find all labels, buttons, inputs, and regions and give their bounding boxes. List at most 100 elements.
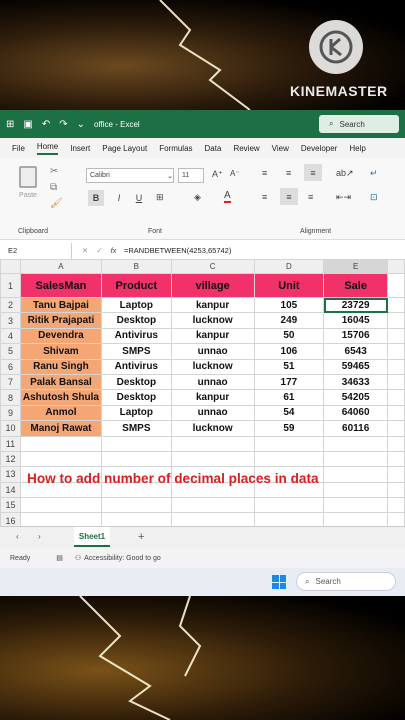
cell[interactable] — [387, 450, 405, 468]
cell-sale[interactable]: 60116 — [323, 420, 389, 437]
row-header[interactable]: 15 — [0, 497, 21, 514]
cell-village[interactable]: kanpur — [170, 296, 255, 314]
cell[interactable] — [19, 435, 102, 452]
cell-salesman[interactable]: Ranu Singh — [19, 358, 102, 375]
cell-unit[interactable]: 106 — [253, 343, 325, 360]
row-header[interactable]: 11 — [0, 435, 21, 452]
increase-font-icon[interactable]: A⁺ — [212, 169, 223, 180]
macro-record-icon[interactable]: ▤ — [56, 554, 63, 562]
row-header[interactable]: 7 — [0, 373, 21, 391]
cell-product[interactable]: SMPS — [100, 420, 172, 437]
tab-help[interactable]: Help — [349, 144, 365, 153]
borders-icon[interactable]: ⊞ — [156, 192, 164, 203]
accessibility-icon[interactable]: ⚇ — [75, 554, 81, 562]
column-header-d[interactable]: D — [253, 259, 325, 274]
column-header-b[interactable]: B — [100, 259, 172, 274]
align-center-icon[interactable]: ≡ — [280, 188, 298, 205]
cell[interactable] — [170, 435, 255, 452]
row-header[interactable]: 3 — [0, 312, 21, 329]
cell-salesman[interactable]: Devendra — [19, 327, 102, 345]
cell[interactable] — [387, 296, 405, 314]
title-search-box[interactable]: ⌕ Search — [319, 115, 399, 133]
name-box[interactable]: E2 — [4, 242, 72, 259]
wrap-text-icon[interactable]: ↵ — [370, 168, 378, 179]
sheet-tab-sheet1[interactable]: Sheet1 — [74, 527, 110, 547]
cell-salesman[interactable]: Ashutosh Shula — [19, 389, 102, 406]
cell-sale[interactable]: 6543 — [323, 343, 389, 360]
scroll-left-icon[interactable]: ‹ — [16, 532, 19, 541]
cell-sale-selected[interactable]: 23729 — [323, 296, 389, 314]
scroll-right-icon[interactable]: › — [38, 532, 41, 541]
font-size-select[interactable]: 11 — [178, 168, 204, 183]
cell-product[interactable]: Antivirus — [100, 327, 172, 345]
cell-village[interactable]: unnao — [170, 343, 255, 360]
header-cell-salesman[interactable]: SalesMan — [19, 273, 102, 298]
cell[interactable] — [387, 497, 405, 514]
header-cell-product[interactable]: Product — [100, 273, 172, 298]
row-header[interactable]: 8 — [0, 389, 21, 406]
header-cell-village[interactable]: village — [170, 273, 255, 298]
cell-village[interactable]: lucknow — [170, 420, 255, 437]
row-header[interactable]: 14 — [0, 481, 21, 499]
column-header-c[interactable]: C — [170, 259, 255, 274]
row-header[interactable]: 4 — [0, 327, 21, 345]
cell[interactable] — [387, 343, 405, 360]
enter-icon[interactable]: ✓ — [96, 246, 102, 255]
row-header[interactable]: 13 — [0, 466, 21, 483]
cell-salesman[interactable]: Shivam — [19, 343, 102, 360]
cell-unit[interactable]: 54 — [253, 404, 325, 422]
cell-sale[interactable]: 16045 — [323, 312, 389, 329]
cell[interactable] — [100, 450, 172, 468]
cell[interactable] — [19, 497, 102, 514]
cell[interactable] — [170, 497, 255, 514]
cell-village[interactable]: lucknow — [170, 358, 255, 375]
cell[interactable] — [253, 497, 325, 514]
cell[interactable] — [100, 497, 172, 514]
cell-sale[interactable]: 54205 — [323, 389, 389, 406]
cell[interactable] — [387, 481, 405, 499]
cell-unit[interactable]: 177 — [253, 373, 325, 391]
row-header[interactable]: 5 — [0, 343, 21, 360]
formula-input[interactable]: =RANDBETWEEN(4253,65742) — [124, 246, 231, 255]
fill-color-icon[interactable]: ◈ — [194, 192, 201, 203]
accessibility-status[interactable]: Accessibility: Good to go — [84, 555, 161, 562]
merge-center-icon[interactable]: ⊡ — [370, 192, 378, 203]
tab-page-layout[interactable]: Page Layout — [102, 144, 147, 153]
cell[interactable] — [387, 358, 405, 375]
cell[interactable] — [387, 404, 405, 422]
cell[interactable] — [253, 450, 325, 468]
tab-insert[interactable]: Insert — [70, 144, 90, 153]
cell-salesman[interactable]: Anmol — [19, 404, 102, 422]
cell-village[interactable]: lucknow — [170, 312, 255, 329]
redo-icon[interactable]: ↷ — [59, 119, 67, 130]
row-header[interactable]: 2 — [0, 296, 21, 314]
format-painter-icon[interactable]: 🖌 — [50, 198, 63, 209]
cell[interactable] — [323, 450, 389, 468]
row-header[interactable]: 12 — [0, 450, 21, 468]
cancel-icon[interactable]: ✕ — [82, 246, 88, 255]
font-color-icon[interactable]: A — [224, 190, 231, 203]
cell-unit[interactable]: 50 — [253, 327, 325, 345]
cell[interactable] — [323, 481, 389, 499]
cell[interactable] — [323, 497, 389, 514]
cell[interactable] — [253, 435, 325, 452]
cell-salesman[interactable]: Palak Bansal — [19, 373, 102, 391]
cell[interactable] — [387, 389, 405, 406]
cell-sale[interactable]: 15706 — [323, 327, 389, 345]
cell-sale[interactable]: 59465 — [323, 358, 389, 375]
cell[interactable] — [100, 435, 172, 452]
cell[interactable] — [323, 466, 389, 483]
undo-icon[interactable]: ↶ — [42, 119, 50, 130]
insert-function-icon[interactable]: fx — [111, 246, 117, 255]
cell[interactable] — [170, 450, 255, 468]
bold-button[interactable]: B — [88, 190, 104, 206]
align-left-icon[interactable]: ≡ — [262, 192, 267, 202]
cell-unit[interactable]: 59 — [253, 420, 325, 437]
cell-product[interactable]: Antivirus — [100, 358, 172, 375]
cell-salesman[interactable]: Manoj Rawat — [19, 420, 102, 437]
column-header-e[interactable]: E — [323, 259, 389, 274]
column-header-f[interactable] — [387, 259, 405, 274]
cell-unit[interactable]: 105 — [253, 296, 325, 314]
tab-formulas[interactable]: Formulas — [159, 144, 192, 153]
font-name-select[interactable]: Calibri ⌄ — [86, 168, 174, 183]
